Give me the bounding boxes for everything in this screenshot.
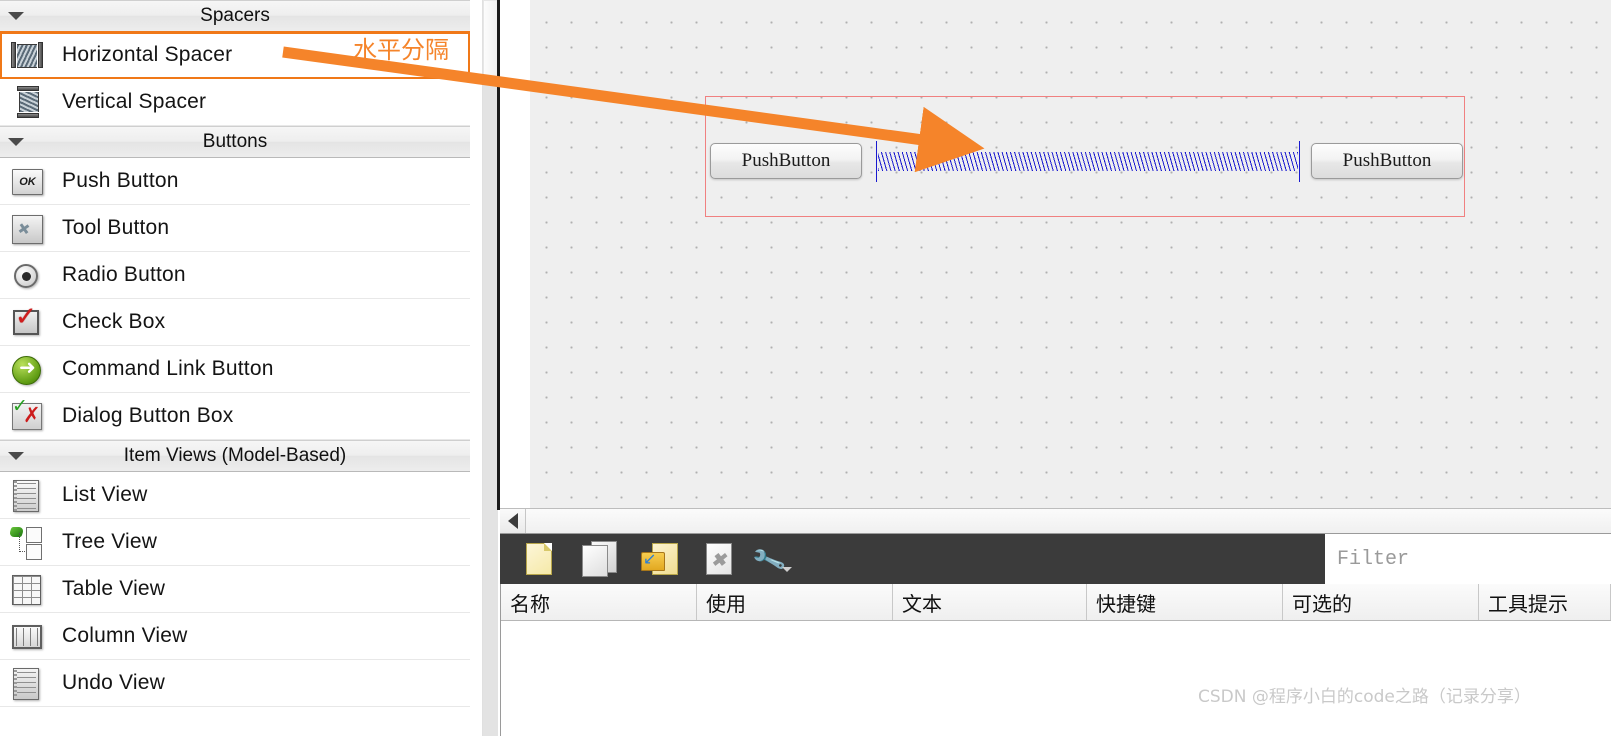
widget-item-label: Vertical Spacer bbox=[62, 90, 207, 113]
triangle-down-icon bbox=[8, 138, 24, 146]
chevron-down-icon[interactable] bbox=[782, 567, 792, 572]
import-action-button[interactable]: ↙ bbox=[638, 540, 680, 578]
form-layout-boundary[interactable]: PushButton PushButton bbox=[705, 96, 1465, 217]
section-title: Item Views (Model-Based) bbox=[123, 445, 347, 466]
configure-action-button[interactable]: 🔧 bbox=[750, 540, 794, 579]
qt-designer-window: Spacers Horizontal Spacer Vertical Space… bbox=[0, 0, 1611, 737]
widget-item-label: Column View bbox=[62, 624, 188, 647]
section-header-spacers[interactable]: Spacers bbox=[0, 0, 470, 32]
widget-item-dialog-button-box[interactable]: ✓ ✗ Dialog Button Box bbox=[0, 393, 470, 440]
form-canvas-area[interactable]: PushButton PushButton bbox=[500, 0, 1611, 510]
widget-item-list-view[interactable]: List View bbox=[0, 472, 470, 519]
wrench-icon: 🔧 bbox=[750, 542, 788, 579]
push-button-icon-label: OK bbox=[12, 169, 43, 195]
import-arrow-icon: ↙ bbox=[643, 551, 657, 568]
delete-document-icon: ✖ bbox=[706, 543, 732, 575]
widget-item-undo-view[interactable]: Undo View bbox=[0, 660, 470, 707]
table-column-header-text[interactable]: 文本 bbox=[893, 584, 1087, 620]
widget-item-tree-view[interactable]: Tree View bbox=[0, 519, 470, 566]
delete-action-button[interactable]: ✖ bbox=[698, 540, 740, 578]
new-document-icon bbox=[526, 543, 552, 575]
tree-view-icon bbox=[8, 523, 46, 561]
list-view-icon bbox=[8, 476, 46, 514]
push-button-icon: OK bbox=[8, 162, 46, 200]
widget-item-table-view[interactable]: Table View bbox=[0, 566, 470, 613]
widget-item-label: Table View bbox=[62, 577, 166, 600]
section-title: Spacers bbox=[200, 5, 270, 26]
vertical-spacer-icon bbox=[8, 83, 46, 121]
copy-action-button[interactable] bbox=[578, 540, 620, 578]
new-action-button[interactable] bbox=[518, 540, 560, 578]
widget-item-label: Tree View bbox=[62, 530, 158, 553]
table-header-row: 名称 使用 文本 快捷键 可选的 工具提示 bbox=[501, 584, 1611, 621]
section-header-item-views[interactable]: Item Views (Model-Based) bbox=[0, 440, 470, 472]
spacer-spring-graphic bbox=[878, 152, 1298, 171]
widget-box-panel: Spacers Horizontal Spacer Vertical Space… bbox=[0, 0, 470, 736]
widget-item-label: List View bbox=[62, 483, 148, 506]
widget-item-label: Check Box bbox=[62, 310, 166, 333]
annotation-label: 水平分隔 bbox=[353, 36, 449, 64]
spacer-handle-left[interactable] bbox=[876, 141, 877, 182]
horizontal-spacer-widget[interactable] bbox=[876, 141, 1300, 182]
table-column-header-shortcut[interactable]: 快捷键 bbox=[1087, 584, 1283, 620]
tool-button-icon: ✚ bbox=[8, 209, 46, 247]
table-column-header-name[interactable]: 名称 bbox=[501, 584, 697, 620]
command-link-button-icon: ➜ bbox=[8, 350, 46, 388]
widget-item-label: Radio Button bbox=[62, 263, 186, 286]
watermark-text: CSDN @程序小白的code之路（记录分享） bbox=[1198, 687, 1531, 707]
scrollbar-track[interactable] bbox=[483, 78, 498, 736]
table-body-empty[interactable] bbox=[501, 621, 1611, 737]
widget-item-push-button[interactable]: OK Push Button bbox=[0, 158, 470, 205]
table-column-header-checkable[interactable]: 可选的 bbox=[1283, 584, 1479, 620]
widget-item-label: Push Button bbox=[62, 169, 179, 192]
action-editor-table[interactable]: 名称 使用 文本 快捷键 可选的 工具提示 bbox=[500, 584, 1611, 737]
triangle-down-icon bbox=[8, 12, 24, 20]
triangle-down-icon bbox=[8, 452, 24, 460]
check-box-icon: ✓ bbox=[8, 302, 46, 341]
spacer-handle-right[interactable] bbox=[1299, 141, 1300, 182]
pushbutton-left[interactable]: PushButton bbox=[710, 143, 862, 179]
column-view-icon bbox=[8, 617, 46, 655]
widget-item-tool-button[interactable]: ✚ Tool Button bbox=[0, 205, 470, 252]
table-column-header-tooltip[interactable]: 工具提示 bbox=[1479, 584, 1611, 620]
horizontal-spacer-icon bbox=[8, 36, 46, 74]
widget-item-check-box[interactable]: ✓ Check Box bbox=[0, 299, 470, 346]
canvas-horizontal-scrollbar[interactable] bbox=[500, 508, 1611, 534]
copy-documents-icon-back bbox=[582, 545, 608, 577]
undo-view-icon bbox=[8, 664, 46, 702]
widget-item-label: Dialog Button Box bbox=[62, 404, 234, 427]
section-title: Buttons bbox=[202, 131, 268, 152]
filter-input[interactable]: Filter bbox=[1325, 534, 1611, 584]
scrollbar-thumb[interactable] bbox=[483, 0, 498, 78]
section-header-buttons[interactable]: Buttons bbox=[0, 126, 470, 158]
widget-item-vertical-spacer[interactable]: Vertical Spacer bbox=[0, 79, 470, 126]
widget-item-label: Command Link Button bbox=[62, 357, 274, 380]
widget-item-column-view[interactable]: Column View bbox=[0, 613, 470, 660]
table-column-header-used[interactable]: 使用 bbox=[697, 584, 893, 620]
scroll-left-arrow-icon[interactable] bbox=[500, 509, 526, 533]
table-view-icon bbox=[8, 570, 46, 608]
dialog-button-box-icon: ✓ ✗ bbox=[8, 396, 46, 435]
filter-placeholder: Filter bbox=[1337, 547, 1410, 571]
widget-item-label: Horizontal Spacer bbox=[62, 43, 233, 66]
form-design-grid[interactable]: PushButton PushButton bbox=[530, 0, 1611, 510]
radio-button-icon bbox=[8, 256, 46, 294]
pushbutton-right[interactable]: PushButton bbox=[1311, 143, 1463, 179]
widget-item-radio-button[interactable]: Radio Button bbox=[0, 252, 470, 299]
widget-item-label: Undo View bbox=[62, 671, 165, 694]
widget-item-command-link-button[interactable]: ➜ Command Link Button bbox=[0, 346, 470, 393]
widget-item-label: Tool Button bbox=[62, 216, 170, 239]
widget-box-scrollbar[interactable] bbox=[482, 0, 498, 736]
